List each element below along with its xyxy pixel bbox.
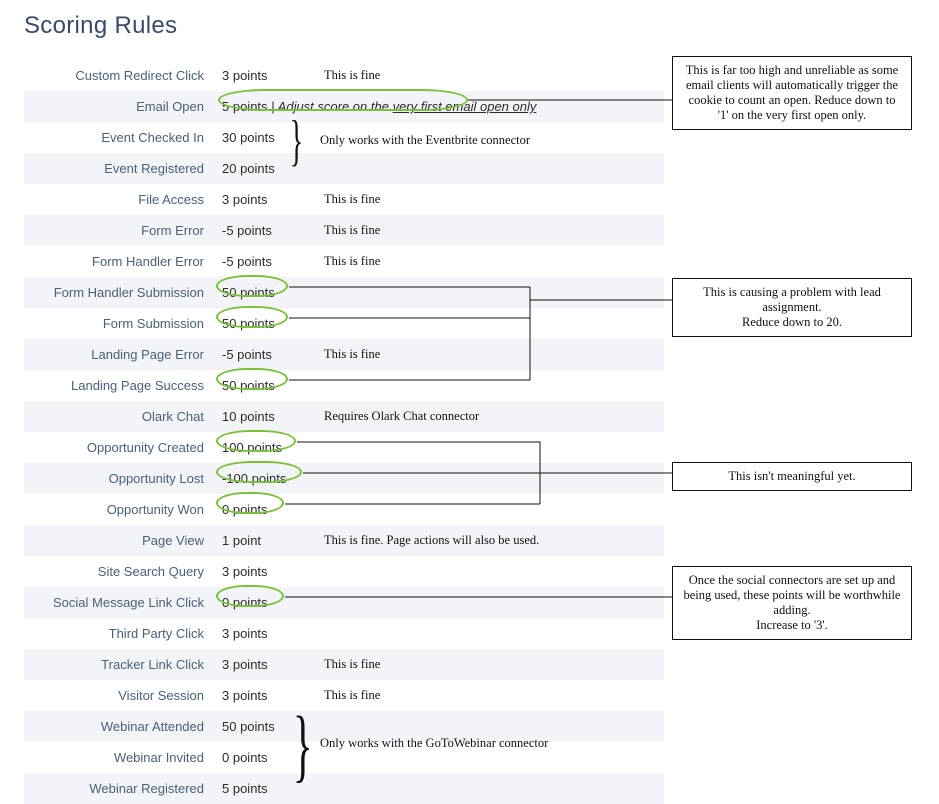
rule-value: -100 points (214, 471, 314, 486)
table-row: Form Submission50 points (24, 308, 664, 339)
rule-label: Visitor Session (24, 688, 214, 703)
rule-label: Event Registered (24, 161, 214, 176)
comment-opportunity: This isn't meaningful yet. (672, 462, 912, 491)
rule-inline-note: This is fine (314, 657, 664, 672)
rule-label: Event Checked In (24, 130, 214, 145)
rule-label: Opportunity Won (24, 502, 214, 517)
rule-label: Landing Page Success (24, 378, 214, 393)
rule-value: 0 points (214, 595, 314, 610)
rule-label: Olark Chat (24, 409, 214, 424)
rule-value: -5 points (214, 347, 314, 362)
rule-label: Form Handler Submission (24, 285, 214, 300)
table-row: Opportunity Created100 points (24, 432, 664, 463)
rule-inline-note: This is fine. Page actions will also be … (314, 533, 664, 548)
rule-label: Opportunity Created (24, 440, 214, 455)
rule-label: Social Message Link Click (24, 595, 214, 610)
table-row: Landing Page Error-5 pointsThis is fine (24, 339, 664, 370)
scoring-rules-table: Custom Redirect Click3 pointsThis is fin… (24, 60, 664, 804)
brace-icon: } (290, 113, 303, 169)
table-row: Custom Redirect Click3 pointsThis is fin… (24, 60, 664, 91)
rule-value: 3 points (214, 657, 314, 672)
rule-inline-note: This is fine (314, 254, 664, 269)
rule-label: Page View (24, 533, 214, 548)
rule-label: Third Party Click (24, 626, 214, 641)
rule-value: 50 points (214, 285, 314, 300)
rule-value: 3 points (214, 68, 314, 83)
table-row: Third Party Click3 points (24, 618, 664, 649)
table-row: Form Handler Submission50 points (24, 277, 664, 308)
rule-value: 5 points | Adjust score on the very firs… (214, 99, 544, 114)
table-row: Page View1 pointThis is fine. Page actio… (24, 525, 664, 556)
rule-inline-note: Requires Olark Chat connector (314, 409, 664, 424)
rule-value: -5 points (214, 254, 314, 269)
table-row: File Access3 pointsThis is fine (24, 184, 664, 215)
rule-value: 0 points (214, 502, 314, 517)
rule-label: Webinar Registered (24, 781, 214, 796)
rule-value: 50 points (214, 316, 314, 331)
table-row: Opportunity Lost-100 points (24, 463, 664, 494)
rule-label: Form Handler Error (24, 254, 214, 269)
rule-label: File Access (24, 192, 214, 207)
page-title: Scoring Rules (24, 12, 177, 40)
rule-label: Email Open (24, 99, 214, 114)
rule-value: 3 points (214, 626, 314, 641)
table-row: Opportunity Won0 points (24, 494, 664, 525)
rule-label: Custom Redirect Click (24, 68, 214, 83)
table-row: Site Search Query3 points (24, 556, 664, 587)
table-row: Form Error-5 pointsThis is fine (24, 215, 664, 246)
rule-value: 3 points (214, 564, 314, 579)
rule-value: 10 points (214, 409, 314, 424)
table-row: Webinar Registered5 points (24, 773, 664, 804)
table-row: Event Registered20 points (24, 153, 664, 184)
rule-value-detail: | Adjust score on the very first email o… (268, 99, 537, 114)
comment-form-submission: This is causing a problem with lead assi… (672, 278, 912, 337)
rule-label: Tracker Link Click (24, 657, 214, 672)
eventbrite-note: Only works with the Eventbrite connector (310, 133, 530, 148)
rule-value: 100 points (214, 440, 314, 455)
rule-label: Form Error (24, 223, 214, 238)
rule-inline-note: This is fine (314, 688, 664, 703)
rule-value: -5 points (214, 223, 314, 238)
rule-label: Webinar Invited (24, 750, 214, 765)
table-row: Olark Chat10 pointsRequires Olark Chat c… (24, 401, 664, 432)
comment-social: Once the social connectors are set up an… (672, 566, 912, 640)
gotowebinar-note: Only works with the GoToWebinar connecto… (310, 736, 548, 751)
table-row: Tracker Link Click3 pointsThis is fine (24, 649, 664, 680)
rule-label: Opportunity Lost (24, 471, 214, 486)
rule-value: 1 point (214, 533, 314, 548)
rule-inline-note: This is fine (314, 223, 664, 238)
rule-label: Webinar Attended (24, 719, 214, 734)
rule-inline-note: This is fine (314, 192, 664, 207)
table-row: Landing Page Success50 points (24, 370, 664, 401)
rule-inline-note: This is fine (314, 68, 664, 83)
table-row: Form Handler Error-5 pointsThis is fine (24, 246, 664, 277)
rule-label: Landing Page Error (24, 347, 214, 362)
rule-label: Site Search Query (24, 564, 214, 579)
table-row: Email Open5 points | Adjust score on the… (24, 91, 664, 122)
comment-email-open: This is far too high and unreliable as s… (672, 56, 912, 130)
rule-inline-note: This is fine (314, 347, 664, 362)
rule-value: 50 points (214, 378, 314, 393)
table-row: Visitor Session3 pointsThis is fine (24, 680, 664, 711)
table-row: Social Message Link Click0 points (24, 587, 664, 618)
rule-label: Form Submission (24, 316, 214, 331)
rule-value: 3 points (214, 192, 314, 207)
